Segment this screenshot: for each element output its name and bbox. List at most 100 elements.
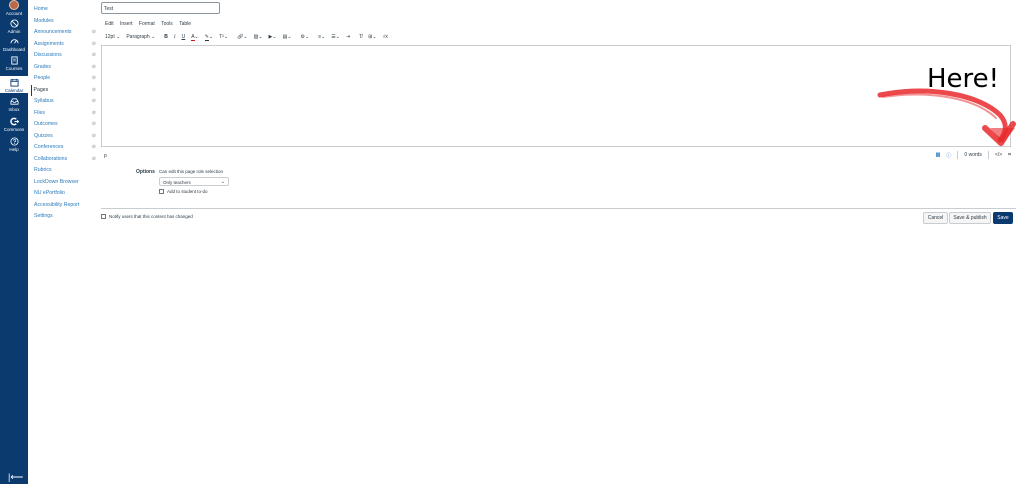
save-button[interactable]: Save	[993, 212, 1013, 224]
course-nav-label: NU ePortfolio	[34, 190, 65, 196]
statusbar-tools: ▥ ⓘ 0 words </> ⌗	[936, 151, 1011, 159]
superscript-icon[interactable]: T²⌄	[219, 34, 228, 40]
course-nav-assignments[interactable]: Assignments ⊘	[34, 39, 96, 51]
collapse-nav-icon[interactable]: |⟵	[8, 472, 23, 483]
global-nav-courses[interactable]: Courses	[0, 56, 28, 71]
course-nav-quizzes[interactable]: Quizzes ⊘	[34, 131, 96, 143]
global-nav-calendar[interactable]: Calendar	[0, 76, 28, 93]
hidden-eye-icon: ⊘	[91, 155, 96, 162]
rich-content-editor-area[interactable]	[101, 45, 1011, 147]
course-nav-label: Conferences	[34, 144, 64, 150]
global-nav-admin-label: Admin	[7, 29, 21, 34]
global-nav-inbox[interactable]: Inbox	[0, 97, 28, 112]
link-icon[interactable]: 🔗︎⌄	[237, 34, 248, 40]
chevron-down-icon: ⌄	[151, 34, 156, 40]
edit-role-select[interactable]: Only teachers ⌄	[159, 177, 229, 186]
menu-tools[interactable]: Tools	[161, 21, 173, 27]
clear-format-icon[interactable]: T̸	[359, 34, 362, 40]
checkbox-box[interactable]	[101, 214, 106, 219]
document-icon[interactable]: ▤⌄	[283, 34, 292, 40]
course-nav-accessibility-report[interactable]: Accessibility Report	[34, 200, 96, 212]
course-nav-lockdown-browser[interactable]: LockDown Browser	[34, 177, 96, 189]
course-nav-outcomes[interactable]: Outcomes ⊘	[34, 119, 96, 131]
course-nav-label: Assignments	[34, 40, 64, 47]
hidden-eye-icon: ⊘	[91, 144, 96, 150]
italic-icon[interactable]: I	[174, 35, 176, 40]
global-nav-courses-label: Courses	[5, 66, 23, 71]
editor-menubar: Edit Insert Format Tools Table	[105, 21, 196, 27]
course-nav-label: Accessibility Report	[34, 201, 80, 208]
course-nav-pages[interactable]: Pages ⊘	[31, 84, 96, 96]
course-nav-label: Rubrics	[34, 167, 52, 173]
global-nav-help[interactable]: Help	[0, 137, 28, 152]
course-nav-label: Modules	[34, 17, 54, 24]
save-and-publish-button[interactable]: Save & publish	[949, 212, 991, 224]
equation-icon[interactable]: √x	[383, 34, 388, 40]
course-nav-home[interactable]: Home	[34, 4, 96, 16]
accessibility-checker-icon[interactable]: ⓘ	[946, 152, 951, 159]
font-size-select[interactable]: 12pt ⌄	[105, 34, 120, 40]
course-nav-conferences[interactable]: Conferences ⊘	[34, 142, 96, 154]
course-nav-syllabus[interactable]: Syllabus ⊘	[34, 96, 96, 108]
shield-icon	[9, 19, 19, 28]
notify-users-checkbox[interactable]: Notify users that this content has chang…	[101, 214, 193, 219]
help-icon	[9, 137, 19, 146]
hidden-eye-icon: ⊘	[91, 132, 96, 139]
highlight-color-icon[interactable]: ✎ ⌄	[204, 34, 213, 41]
fullscreen-icon[interactable]: ⌗	[1008, 152, 1011, 158]
image-icon[interactable]: ▨⌄	[254, 34, 263, 40]
course-nav-settings[interactable]: Settings	[34, 211, 96, 223]
course-nav-label: Announcements	[34, 29, 72, 35]
global-nav-help-label: Help	[9, 147, 19, 152]
global-nav-inbox-label: Inbox	[8, 107, 20, 112]
avatar-icon	[9, 0, 19, 10]
hidden-eye-icon: ⊘	[91, 86, 96, 93]
block-format-select[interactable]: Paragraph ⌄	[126, 34, 155, 40]
indent-icon[interactable]: ⇥	[346, 34, 350, 40]
global-nav-commons[interactable]: Commons	[0, 117, 28, 132]
cancel-button[interactable]: Cancel	[923, 212, 948, 224]
course-nav-eportfolio[interactable]: NU ePortfolio	[34, 188, 96, 200]
text-color-icon[interactable]: A ⌄	[191, 34, 199, 41]
hidden-eye-icon: ⊘	[91, 75, 96, 81]
annotation-text: Here!	[927, 64, 1000, 94]
student-todo-checkbox[interactable]: Add to student to-do	[159, 189, 208, 194]
course-nav-collaborations[interactable]: Collaborations ⊘	[34, 154, 96, 166]
word-count[interactable]: 0 words	[964, 152, 982, 158]
menu-table[interactable]: Table	[179, 21, 191, 27]
list-icon[interactable]: ☰⌄	[331, 34, 340, 40]
hidden-eye-icon: ⊘	[91, 29, 96, 35]
hidden-eye-icon: ⊘	[91, 121, 96, 127]
course-nav-people[interactable]: People ⊘	[34, 73, 96, 85]
course-nav-discussions[interactable]: Discussions ⊘	[34, 50, 96, 62]
global-nav-dashboard[interactable]: Dashboard	[0, 37, 28, 52]
html-editor-toggle-icon[interactable]: </>	[995, 152, 1002, 158]
align-icon[interactable]: ≡⌄	[318, 34, 325, 40]
course-nav-files[interactable]: Files ⊘	[34, 108, 96, 120]
underline-icon[interactable]: U	[182, 34, 186, 40]
global-nav-account-label: Account	[5, 11, 23, 16]
course-nav-grades[interactable]: Grades ⊘	[34, 62, 96, 74]
course-nav-label: Outcomes	[34, 121, 58, 127]
apps-icon[interactable]: ⚙︎⌄	[301, 34, 310, 40]
menu-format[interactable]: Format	[139, 21, 155, 27]
course-nav-rubrics[interactable]: Rubrics	[34, 165, 96, 177]
media-icon[interactable]: ▶︎⌄	[269, 34, 277, 40]
editor-toolbar: 12pt ⌄ Paragraph ⌄ B I U A ⌄ ✎ ⌄ T²⌄ 🔗︎⌄ ▨…	[105, 33, 394, 41]
student-todo-label: Add to student to-do	[167, 189, 208, 194]
global-nav-admin[interactable]: Admin	[0, 19, 28, 34]
bold-icon[interactable]: B	[164, 34, 168, 40]
global-nav: Account Admin Dashboard Courses Calendar…	[0, 0, 28, 484]
menu-insert[interactable]: Insert	[120, 21, 133, 27]
statusbar-divider	[987, 151, 989, 159]
checkbox-box[interactable]	[159, 189, 164, 194]
menu-edit[interactable]: Edit	[105, 21, 114, 27]
global-nav-commons-label: Commons	[3, 127, 25, 132]
course-nav-modules[interactable]: Modules	[34, 16, 96, 28]
page-title-input[interactable]: Test	[101, 2, 220, 14]
global-nav-account[interactable]: Account	[0, 0, 28, 16]
keyboard-shortcuts-icon[interactable]: ▥	[936, 152, 941, 158]
course-nav-announcements[interactable]: Announcements ⊘	[34, 27, 96, 39]
course-nav-label: Quizzes	[34, 132, 53, 139]
table-icon[interactable]: ⊞⌄	[368, 34, 376, 40]
